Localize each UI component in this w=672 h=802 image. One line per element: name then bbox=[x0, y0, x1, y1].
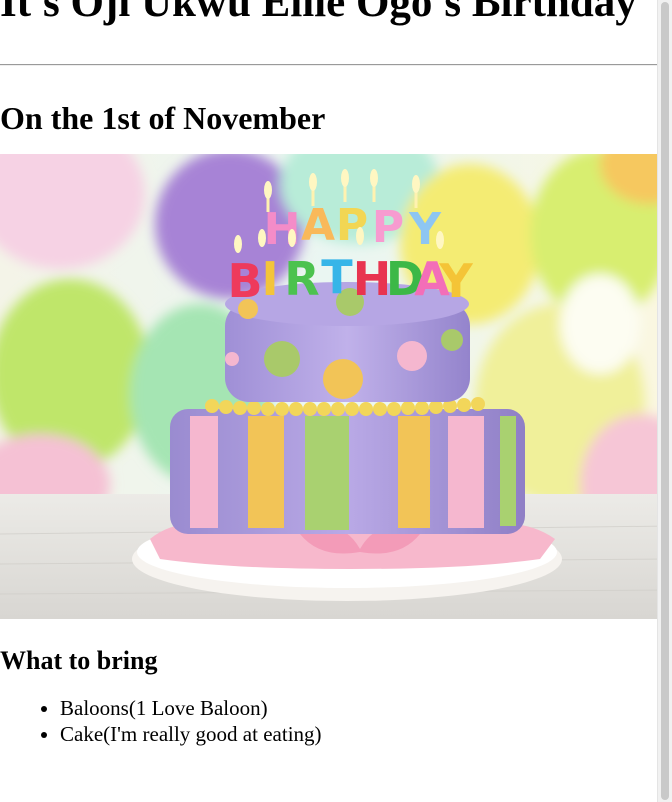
list-item: Baloons(1 Love Baloon) bbox=[60, 695, 658, 721]
vertical-scrollbar[interactable] bbox=[657, 0, 672, 802]
list-item: Cake(I'm really good at eating) bbox=[60, 721, 658, 747]
svg-text:I: I bbox=[261, 252, 278, 306]
svg-text:T: T bbox=[321, 250, 353, 304]
page-title: It's Oji Ukwu Elile Ogo's Birthday bbox=[0, 0, 637, 26]
svg-text:R: R bbox=[284, 252, 319, 306]
svg-text:H: H bbox=[264, 204, 301, 255]
svg-text:P: P bbox=[336, 200, 368, 251]
bring-heading: What to bring bbox=[0, 646, 158, 675]
svg-text:P: P bbox=[372, 202, 404, 253]
page-content: It's Oji Ukwu Elile Ogo's Birthday On th… bbox=[0, 0, 672, 747]
bring-list: Baloons(1 Love Baloon) Cake(I'm really g… bbox=[0, 695, 658, 747]
svg-text:Y: Y bbox=[408, 204, 442, 255]
event-date: On the 1st of November bbox=[0, 100, 326, 136]
svg-text:A: A bbox=[301, 200, 335, 251]
scrollbar-thumb[interactable] bbox=[661, 2, 669, 800]
birthday-cake-image: H A P P Y B I R T H D A Y bbox=[0, 154, 672, 619]
page: It's Oji Ukwu Elile Ogo's Birthday On th… bbox=[0, 0, 672, 802]
svg-text:B: B bbox=[227, 254, 262, 308]
svg-text:Y: Y bbox=[438, 254, 473, 308]
divider bbox=[0, 64, 658, 66]
